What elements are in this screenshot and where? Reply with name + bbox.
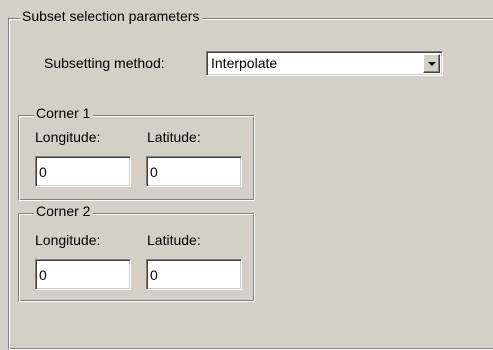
corner-1-latitude-input[interactable]: 0	[146, 156, 242, 187]
subsetting-method-dropdown[interactable]: Interpolate	[206, 51, 443, 76]
corner-1-longitude-input[interactable]: 0	[35, 156, 131, 187]
corner-1-latitude-value: 0	[150, 164, 158, 180]
corner-1-latitude-label: Latitude:	[147, 129, 201, 145]
dropdown-arrow-button[interactable]	[423, 54, 440, 73]
corner-2-latitude-input[interactable]: 0	[146, 259, 242, 290]
subset-selection-title: Subset selection parameters	[20, 8, 203, 24]
subsetting-method-label: Subsetting method:	[44, 55, 165, 71]
corner-2-latitude-label: Latitude:	[147, 232, 201, 248]
corner-1-longitude-label: Longitude:	[35, 129, 101, 145]
corner-2-latitude-value: 0	[150, 267, 158, 283]
corner-1-title: Corner 1	[34, 105, 94, 121]
corner-2-longitude-label: Longitude:	[35, 232, 101, 248]
corner-2-title: Corner 2	[34, 203, 94, 219]
corner-1-longitude-value: 0	[39, 164, 47, 180]
corner-2-longitude-value: 0	[39, 267, 47, 283]
corner-2-longitude-input[interactable]: 0	[35, 259, 131, 290]
subsetting-method-value: Interpolate	[211, 55, 278, 71]
chevron-down-icon	[428, 62, 436, 66]
